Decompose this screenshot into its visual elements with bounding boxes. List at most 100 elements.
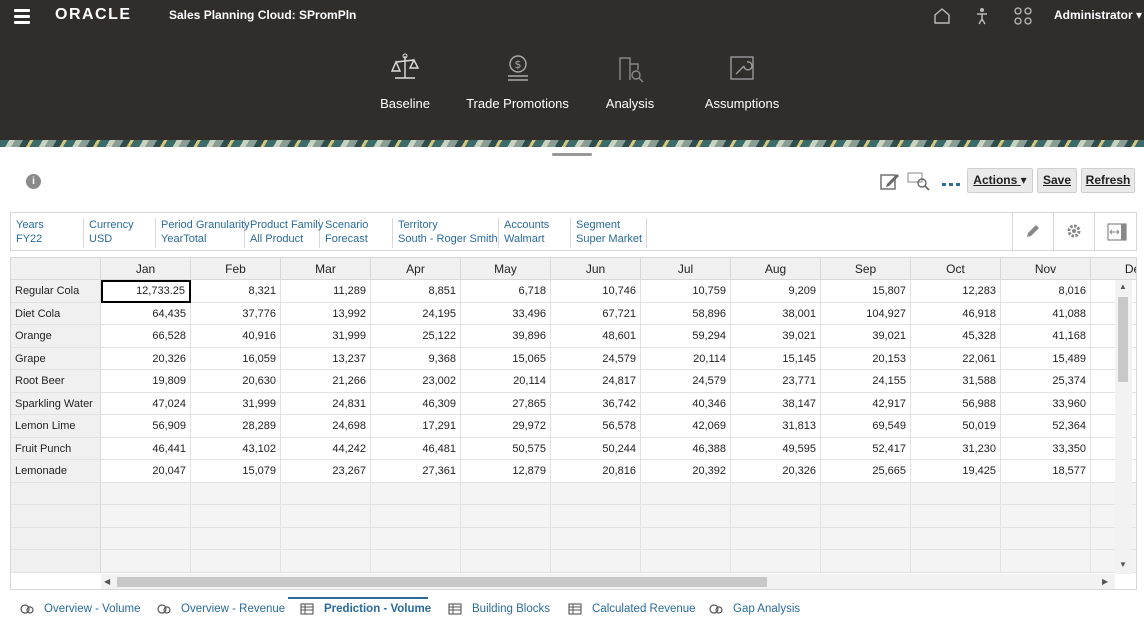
data-cell[interactable]: 41,168 bbox=[1001, 325, 1091, 348]
data-cell[interactable]: 29,972 bbox=[461, 415, 551, 438]
data-cell[interactable]: 42,917 bbox=[821, 392, 911, 415]
tab-gap-analysis[interactable]: Gap Analysis bbox=[709, 597, 800, 624]
scroll-down-icon[interactable]: ▼ bbox=[1119, 560, 1127, 569]
horizontal-scroll-thumb[interactable] bbox=[117, 577, 767, 587]
data-cell[interactable]: 19,425 bbox=[911, 460, 1001, 483]
data-cell[interactable]: 50,019 bbox=[911, 415, 1001, 438]
data-cell[interactable]: 40,916 bbox=[191, 325, 281, 348]
data-cell[interactable]: 69,549 bbox=[821, 415, 911, 438]
data-cell[interactable]: 104,927 bbox=[821, 302, 911, 325]
data-cell[interactable]: 52,364 bbox=[1001, 415, 1091, 438]
data-cell[interactable]: 31,813 bbox=[731, 415, 821, 438]
data-cell[interactable]: 10,746 bbox=[551, 280, 641, 303]
data-cell[interactable]: 39,021 bbox=[821, 325, 911, 348]
data-cell[interactable]: 10,759 bbox=[641, 280, 731, 303]
more-options-icon[interactable] bbox=[941, 176, 961, 194]
data-cell[interactable]: 43,102 bbox=[191, 437, 281, 460]
data-cell[interactable]: 46,309 bbox=[371, 392, 461, 415]
data-cell[interactable]: 23,771 bbox=[731, 370, 821, 393]
data-cell[interactable]: 15,807 bbox=[821, 280, 911, 303]
scroll-right-icon[interactable]: ▶ bbox=[1102, 577, 1108, 586]
data-cell[interactable]: 8,321 bbox=[191, 280, 281, 303]
data-cell[interactable]: 15,079 bbox=[191, 460, 281, 483]
data-cell[interactable]: 56,988 bbox=[911, 392, 1001, 415]
data-cell[interactable]: 49,595 bbox=[731, 437, 821, 460]
pov-settings-button[interactable] bbox=[1053, 213, 1094, 251]
data-cell[interactable]: 56,909 bbox=[101, 415, 191, 438]
data-cell[interactable]: 48,601 bbox=[551, 325, 641, 348]
tab-overview-revenue[interactable]: Overview - Revenue bbox=[157, 597, 285, 624]
data-cell[interactable]: 31,999 bbox=[191, 392, 281, 415]
data-cell[interactable]: 36,742 bbox=[551, 392, 641, 415]
user-menu[interactable]: Administrator ▾ bbox=[1054, 8, 1142, 22]
data-cell[interactable]: 21,266 bbox=[281, 370, 371, 393]
collapse-handle[interactable] bbox=[552, 153, 592, 156]
data-cell[interactable]: 46,441 bbox=[101, 437, 191, 460]
scroll-up-icon[interactable]: ▲ bbox=[1119, 282, 1127, 291]
pov-scenario[interactable]: Scenario Forecast bbox=[320, 218, 393, 248]
data-cell[interactable]: 28,289 bbox=[191, 415, 281, 438]
data-cell[interactable]: 47,024 bbox=[101, 392, 191, 415]
data-cell[interactable]: 20,114 bbox=[641, 347, 731, 370]
data-cell[interactable]: 31,230 bbox=[911, 437, 1001, 460]
data-cell[interactable]: 20,114 bbox=[461, 370, 551, 393]
data-cell[interactable]: 24,579 bbox=[551, 347, 641, 370]
data-cell[interactable]: 23,002 bbox=[371, 370, 461, 393]
data-cell[interactable]: 20,326 bbox=[101, 347, 191, 370]
data-cell[interactable]: 12,879 bbox=[461, 460, 551, 483]
data-cell[interactable]: 20,392 bbox=[641, 460, 731, 483]
search-data-icon[interactable] bbox=[907, 171, 931, 196]
data-cell[interactable]: 58,896 bbox=[641, 302, 731, 325]
data-cell[interactable]: 25,665 bbox=[821, 460, 911, 483]
data-cell[interactable]: 39,021 bbox=[731, 325, 821, 348]
vertical-scroll-thumb[interactable] bbox=[1118, 297, 1128, 382]
data-cell[interactable]: 50,575 bbox=[461, 437, 551, 460]
accessibility-icon[interactable] bbox=[972, 6, 992, 26]
data-cell[interactable]: 20,630 bbox=[191, 370, 281, 393]
data-cell[interactable]: 33,350 bbox=[1001, 437, 1091, 460]
data-cell[interactable]: 24,698 bbox=[281, 415, 371, 438]
data-cell[interactable]: 41,088 bbox=[1001, 302, 1091, 325]
data-cell[interactable]: 38,147 bbox=[731, 392, 821, 415]
data-cell[interactable]: 40,346 bbox=[641, 392, 731, 415]
data-cell[interactable]: 27,361 bbox=[371, 460, 461, 483]
nav-assumptions[interactable]: Assumptions bbox=[700, 52, 784, 111]
data-cell[interactable]: 20,153 bbox=[821, 347, 911, 370]
data-cell[interactable]: 27,865 bbox=[461, 392, 551, 415]
navigator-icon[interactable] bbox=[1013, 6, 1033, 26]
data-cell[interactable]: 20,816 bbox=[551, 460, 641, 483]
data-cell[interactable]: 15,065 bbox=[461, 347, 551, 370]
tab-calculated-revenue[interactable]: Calculated Revenue bbox=[568, 597, 696, 624]
pov-accounts[interactable]: Accounts Walmart bbox=[499, 218, 571, 248]
nav-baseline[interactable]: Baseline bbox=[370, 52, 440, 111]
data-cell[interactable]: 8,851 bbox=[371, 280, 461, 303]
data-cell[interactable]: 33,496 bbox=[461, 302, 551, 325]
data-cell[interactable]: 25,374 bbox=[1001, 370, 1091, 393]
data-cell[interactable]: 66,528 bbox=[101, 325, 191, 348]
pov-period-granularity[interactable]: Period Granularity YearTotal bbox=[156, 218, 250, 248]
data-cell[interactable]: 24,579 bbox=[641, 370, 731, 393]
data-cell[interactable]: 46,481 bbox=[371, 437, 461, 460]
save-button[interactable]: Save bbox=[1037, 168, 1077, 193]
data-cell[interactable]: 25,122 bbox=[371, 325, 461, 348]
data-cell[interactable]: 24,195 bbox=[371, 302, 461, 325]
data-cell[interactable]: 59,294 bbox=[641, 325, 731, 348]
data-cell[interactable]: 42,069 bbox=[641, 415, 731, 438]
data-cell[interactable]: 52,417 bbox=[821, 437, 911, 460]
pov-edit-button[interactable] bbox=[1012, 213, 1053, 251]
data-cell[interactable]: 9,209 bbox=[731, 280, 821, 303]
data-cell[interactable]: 12,283 bbox=[911, 280, 1001, 303]
data-cell[interactable]: 46,918 bbox=[911, 302, 1001, 325]
data-cell[interactable]: 33,960 bbox=[1001, 392, 1091, 415]
nav-trade-promotions[interactable]: $ Trade Promotions bbox=[460, 52, 575, 111]
data-cell[interactable]: 24,831 bbox=[281, 392, 371, 415]
tab-prediction-volume[interactable]: Prediction - Volume bbox=[288, 597, 431, 624]
data-cell[interactable]: 13,237 bbox=[281, 347, 371, 370]
data-cell[interactable]: 56,578 bbox=[551, 415, 641, 438]
info-icon[interactable]: i bbox=[26, 174, 41, 189]
data-cell[interactable]: 45,328 bbox=[911, 325, 1001, 348]
data-cell[interactable]: 18,577 bbox=[1001, 460, 1091, 483]
horizontal-scrollbar[interactable]: ◀ ▶ bbox=[101, 574, 1115, 589]
data-cell[interactable]: 8,016 bbox=[1001, 280, 1091, 303]
data-cell[interactable]: 50,244 bbox=[551, 437, 641, 460]
